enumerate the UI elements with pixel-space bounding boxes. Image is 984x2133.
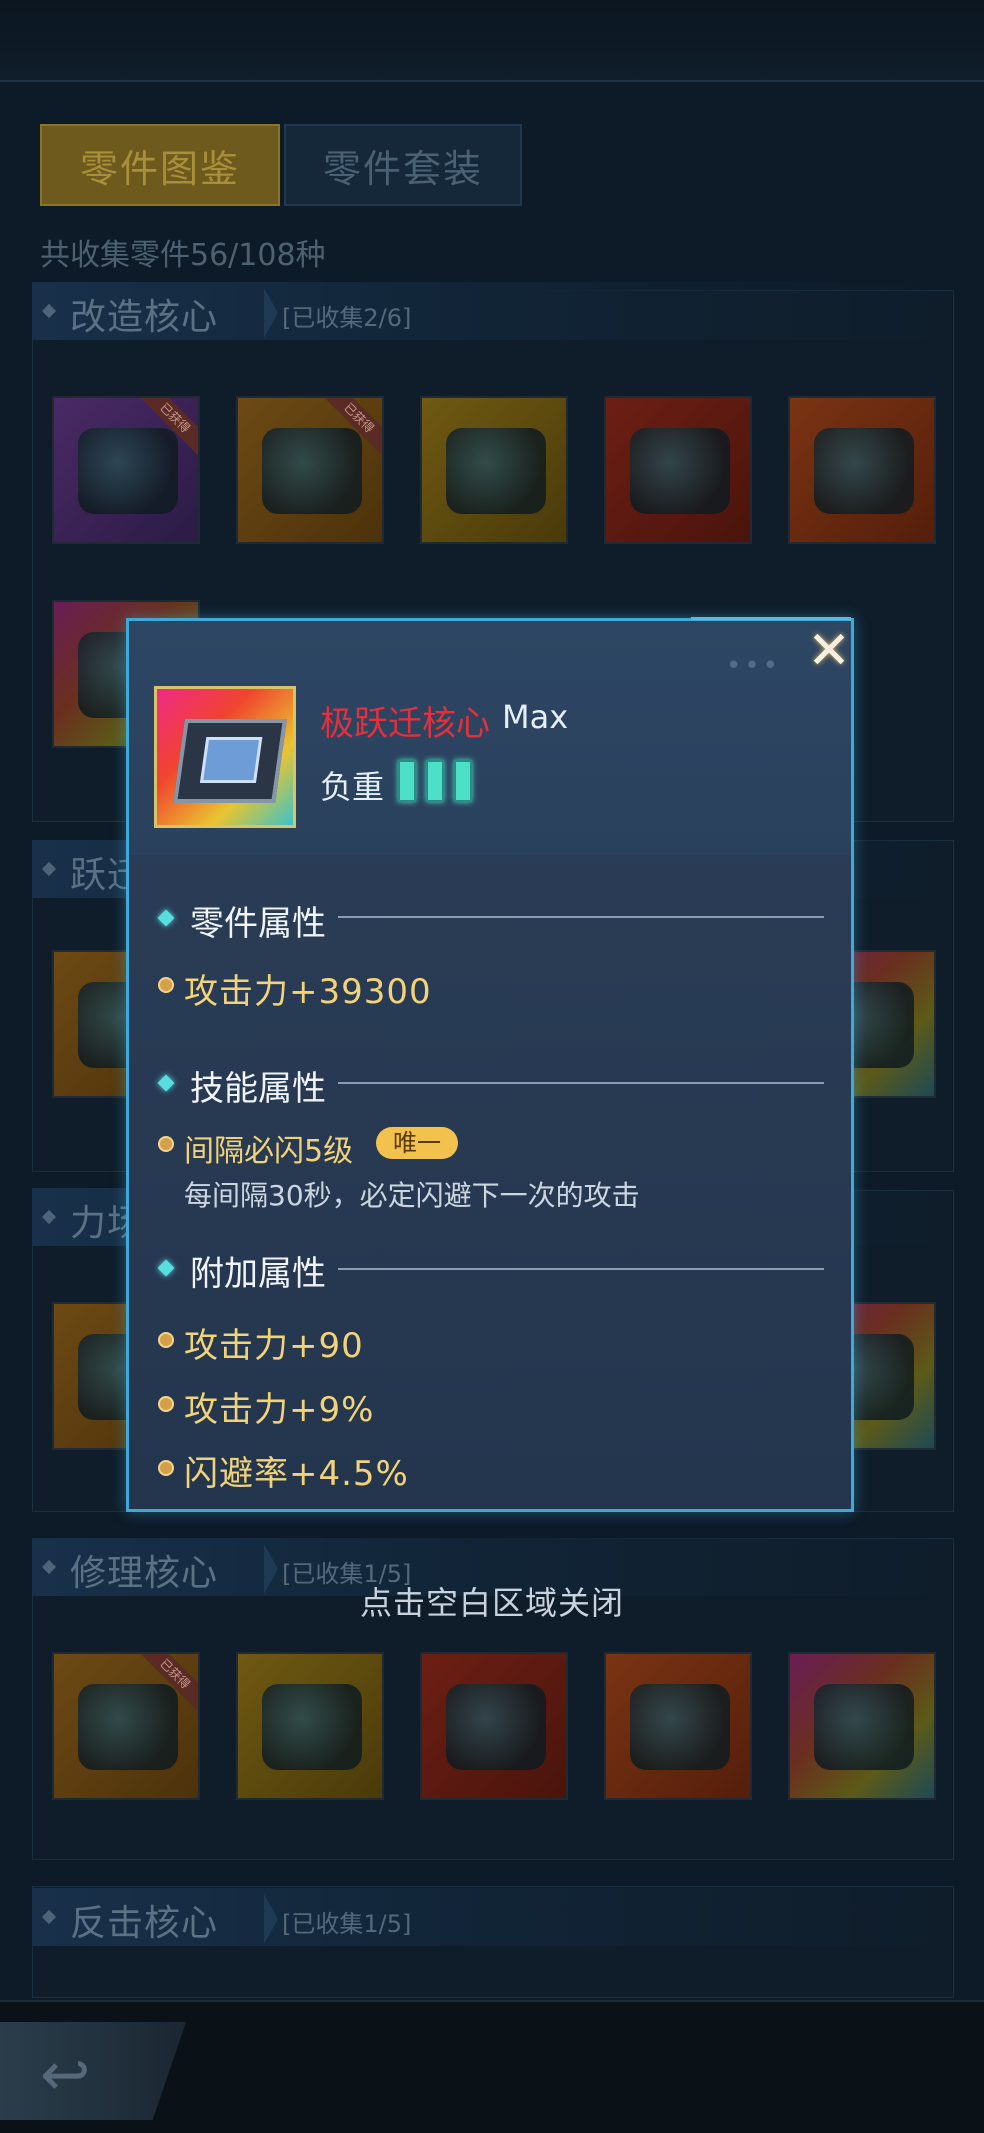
stat-line: 攻击力+9%	[184, 1390, 375, 1430]
diamond-icon	[41, 1209, 57, 1225]
part-tile[interactable]	[788, 1652, 936, 1800]
load-bar	[426, 760, 444, 802]
load-indicator	[398, 760, 472, 802]
stat-line: 攻击力+90	[184, 1326, 364, 1366]
part-tile[interactable]	[604, 396, 752, 544]
tab-part-sets[interactable]: 零件套装	[284, 124, 522, 206]
diamond-icon	[41, 1909, 57, 1925]
group-title-extra: 附加属性	[190, 1254, 326, 1294]
unique-badge: 唯一	[376, 1127, 458, 1159]
diamond-icon	[41, 303, 57, 319]
part-tile[interactable]	[420, 1652, 568, 1800]
section-count: [已收集1/5]	[264, 1894, 411, 1944]
tab-part-catalog[interactable]: 零件图鉴	[40, 124, 280, 206]
core-part-icon	[814, 428, 914, 514]
bullet-icon	[158, 1332, 174, 1348]
load-bar	[398, 760, 416, 802]
load-bar	[454, 760, 472, 802]
repair-part-icon	[262, 1684, 362, 1770]
bullet-icon	[158, 1396, 174, 1412]
item-icon	[154, 686, 296, 828]
skill-name: 间隔必闪5级	[184, 1134, 354, 1169]
bullet-icon	[158, 1136, 174, 1152]
jump-core-chip-icon	[173, 719, 287, 803]
repair-part-icon	[78, 1684, 178, 1770]
divider	[338, 1082, 824, 1084]
stat-line: 攻击力+39300	[184, 972, 432, 1012]
item-name: 极跃迁核心	[320, 704, 490, 744]
bullet-icon	[158, 977, 174, 993]
section-title: 反击核心	[70, 1903, 219, 1944]
load-label: 负重	[320, 768, 385, 806]
part-tile[interactable]	[236, 1652, 384, 1800]
close-hint[interactable]: 点击空白区域关闭	[0, 1578, 984, 1624]
diamond-icon	[41, 861, 57, 877]
group-title-part: 零件属性	[190, 904, 326, 944]
divider	[338, 1268, 824, 1270]
skill-description: 每间隔30秒，必定闪避下一次的攻击	[184, 1179, 640, 1212]
repair-part-icon	[446, 1684, 546, 1770]
close-x-icon[interactable]: ✕	[804, 621, 854, 681]
core-part-icon	[78, 428, 178, 514]
section-count: [已收集2/6]	[264, 288, 411, 338]
part-tile[interactable]: 已获得	[52, 396, 200, 544]
repair-part-icon	[814, 1684, 914, 1770]
stat-line: 闪避率+4.5%	[184, 1454, 409, 1494]
core-part-icon	[262, 428, 362, 514]
section-header: 反击核心 [已收集1/5]	[32, 1888, 952, 1946]
collection-total: 共收集零件56/108种	[40, 238, 326, 273]
back-arrow-icon: ↩	[40, 2040, 91, 2110]
item-level: Max	[502, 698, 569, 736]
dots-decoration: •••	[725, 651, 781, 681]
core-part-icon	[630, 428, 730, 514]
section-title: 改造核心	[70, 297, 219, 338]
group-title-skill: 技能属性	[190, 1069, 326, 1109]
diamond-icon	[41, 1559, 57, 1575]
core-part-icon	[446, 428, 546, 514]
part-tile[interactable]: 已获得	[236, 396, 384, 544]
divider	[338, 916, 824, 918]
part-tile[interactable]: 已获得	[52, 1652, 200, 1800]
part-tile[interactable]	[604, 1652, 752, 1800]
repair-part-icon	[630, 1684, 730, 1770]
section-header: 改造核心 [已收集2/6]	[32, 282, 952, 340]
top-frame	[0, 0, 984, 82]
bullet-icon	[158, 1460, 174, 1476]
part-tile[interactable]	[788, 396, 936, 544]
part-tile[interactable]	[420, 396, 568, 544]
